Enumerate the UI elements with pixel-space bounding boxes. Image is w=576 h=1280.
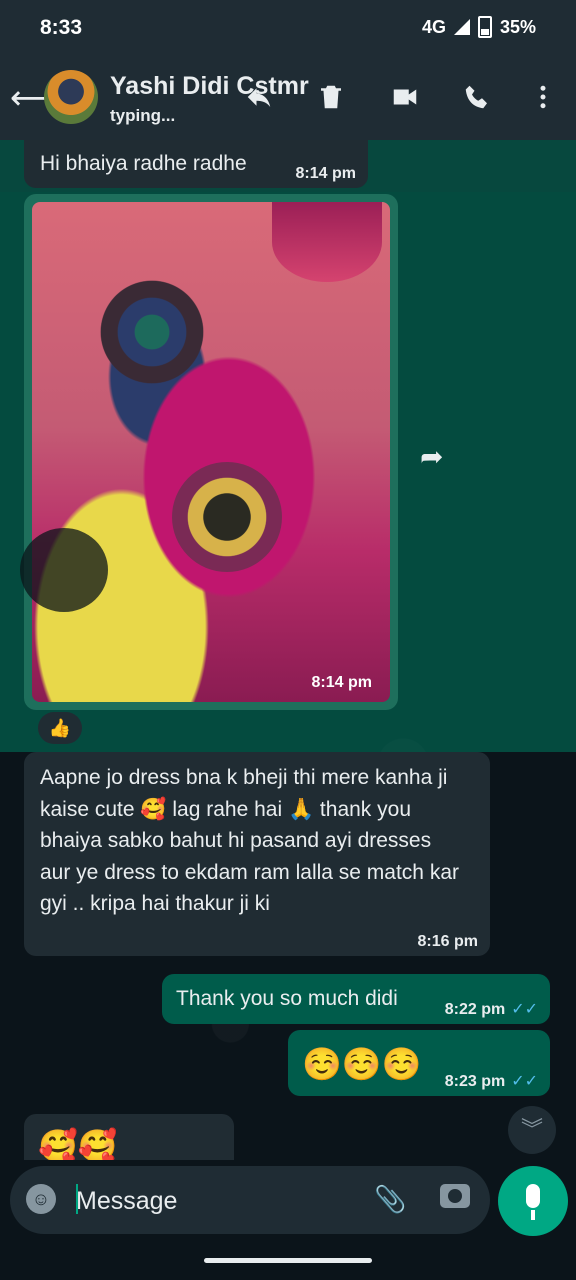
- message-time: 8:14 pm: [295, 165, 356, 182]
- status-icons: 4G 35%: [422, 16, 536, 38]
- message-time: 8:14 pm: [311, 674, 372, 691]
- message-bubble[interactable]: Aapne jo dress bna k bheji thi mere kanh…: [24, 752, 490, 956]
- photo-detail: [272, 202, 382, 282]
- attach-icon[interactable]: 📎: [374, 1184, 406, 1215]
- message-text: 🥰🥰: [38, 1128, 118, 1160]
- avatar[interactable]: [44, 70, 98, 124]
- message-text: Thank you so much didi: [176, 987, 398, 1010]
- voice-call-icon[interactable]: [462, 82, 492, 112]
- message-input[interactable]: [74, 1180, 338, 1222]
- battery-level: 35%: [499, 16, 536, 37]
- more-options-icon[interactable]: [528, 82, 558, 112]
- voice-message-button[interactable]: [498, 1166, 568, 1236]
- message-bubble[interactable]: Thank you so much didi 8:22 pm ✓✓: [162, 974, 550, 1024]
- shared-photo[interactable]: 8:14 pm: [32, 202, 390, 702]
- read-receipt-icon: ✓✓: [511, 1073, 538, 1090]
- delete-icon[interactable]: [316, 82, 346, 112]
- message-bubble[interactable]: 🥰🥰: [24, 1114, 234, 1160]
- network-label: 4G: [421, 16, 446, 37]
- message-time: 8:16 pm: [417, 933, 478, 950]
- status-time: 8:33: [40, 16, 83, 39]
- emoji-icon[interactable]: ☺: [26, 1184, 56, 1214]
- mic-stand: [531, 1210, 535, 1220]
- contact-name[interactable]: Yashi Didi Cstmr: [110, 72, 309, 101]
- status-bar: 8:33 4G 35%: [0, 0, 576, 56]
- message-bubble[interactable]: ☺️☺️☺️ 8:23 pm ✓✓: [288, 1030, 550, 1096]
- chat-header: ⟵ Yashi Didi Cstmr typing...: [0, 56, 576, 140]
- video-call-icon[interactable]: [390, 82, 420, 112]
- message-time: 8:23 pm ✓✓: [444, 1073, 538, 1090]
- message-time: 8:22 pm ✓✓: [444, 1001, 538, 1018]
- message-text: Hi bhaiya radhe radhe: [40, 152, 247, 175]
- contact-status: typing...: [110, 106, 176, 125]
- battery-icon: [477, 16, 492, 38]
- mic-icon: [526, 1184, 540, 1208]
- scroll-to-bottom-button[interactable]: ︾: [508, 1106, 556, 1154]
- message-bubble[interactable]: Hi bhaiya radhe radhe 8:14 pm: [24, 140, 368, 188]
- message-text: ☺️☺️☺️: [302, 1046, 422, 1082]
- reaction-badge[interactable]: 👍: [38, 712, 82, 744]
- message-text: Aapne jo dress bna k bheji thi mere kanh…: [40, 766, 459, 915]
- forward-icon[interactable]: ➦: [420, 440, 443, 473]
- reply-icon[interactable]: [244, 82, 274, 112]
- message-composer: ☺ 📎: [10, 1166, 490, 1234]
- photo-detail: [172, 462, 282, 572]
- read-receipt-icon: ✓✓: [511, 1001, 538, 1018]
- signal-icon: [453, 19, 470, 35]
- image-message[interactable]: 8:14 pm: [24, 194, 398, 710]
- home-indicator[interactable]: [204, 1258, 372, 1263]
- camera-icon[interactable]: [440, 1184, 470, 1208]
- photo-detail: [92, 272, 212, 392]
- overlay-bubble: [20, 528, 108, 612]
